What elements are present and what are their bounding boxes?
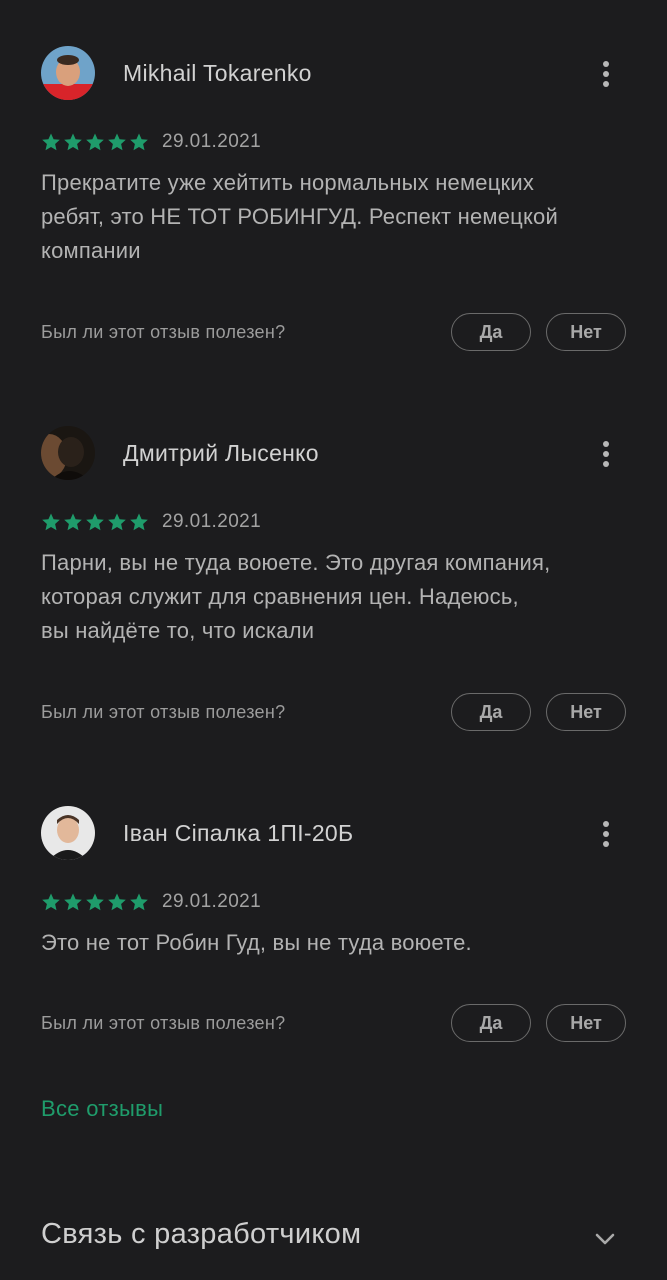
rating-row: 29.01.2021	[41, 130, 261, 154]
review-card: Дмитрий Лысенко 29.01.2021 Парни, вы не …	[0, 426, 667, 756]
review-date: 29.01.2021	[162, 131, 262, 152]
helpful-question: Был ли этот отзыв полезен?	[41, 321, 286, 342]
star-icon	[42, 513, 60, 531]
star-rating	[41, 892, 149, 912]
helpful-row: Был ли этот отзыв полезен? Да Нет	[41, 692, 626, 732]
helpful-no-button[interactable]: Нет	[546, 1004, 626, 1042]
review-date: 29.01.2021	[162, 511, 262, 532]
star-icon	[42, 133, 60, 151]
helpful-question: Был ли этот отзыв полезен?	[41, 701, 286, 722]
star-rating	[41, 512, 149, 532]
star-icon	[130, 513, 148, 531]
avatar[interactable]	[41, 46, 95, 100]
star-icon	[108, 893, 126, 911]
review-author: Mikhail Tokarenko	[123, 60, 312, 86]
star-icon	[108, 133, 126, 151]
review-author: Іван Сіпалка 1ПІ-20Б	[123, 820, 354, 846]
star-rating	[41, 132, 149, 152]
star-icon	[86, 133, 104, 151]
helpful-no-button[interactable]: Нет	[546, 313, 626, 351]
star-icon	[130, 133, 148, 151]
review-text: Это не тот Робин Гуд, вы не туда воюете.	[41, 930, 472, 955]
star-icon	[64, 513, 82, 531]
review-author: Дмитрий Лысенко	[123, 440, 319, 466]
star-icon	[42, 893, 60, 911]
review-card: Іван Сіпалка 1ПІ-20Б 29.01.2021 Это не т…	[0, 806, 667, 1136]
avatar[interactable]	[41, 426, 95, 480]
more-vert-icon[interactable]	[590, 436, 622, 472]
star-icon	[86, 513, 104, 531]
helpful-yes-button[interactable]: Да	[451, 313, 531, 351]
helpful-question: Был ли этот отзыв полезен?	[41, 1012, 286, 1033]
star-icon	[64, 893, 82, 911]
rating-row: 29.01.2021	[41, 890, 261, 914]
helpful-yes-button[interactable]: Да	[451, 1004, 531, 1042]
star-icon	[86, 893, 104, 911]
helpful-row: Был ли этот отзыв полезен? Да Нет	[41, 312, 626, 352]
all-reviews-link[interactable]: Все отзывы	[41, 1096, 163, 1122]
avatar[interactable]	[41, 806, 95, 860]
contact-developer-title[interactable]: Связь с разработчиком	[41, 1218, 361, 1251]
star-icon	[108, 513, 126, 531]
star-icon	[130, 893, 148, 911]
helpful-no-button[interactable]: Нет	[546, 693, 626, 731]
helpful-row: Был ли этот отзыв полезен? Да Нет	[41, 1003, 626, 1043]
helpful-yes-button[interactable]: Да	[451, 693, 531, 731]
star-icon	[64, 133, 82, 151]
more-vert-icon[interactable]	[590, 56, 622, 92]
chevron-down-icon[interactable]	[592, 1226, 618, 1252]
review-date: 29.01.2021	[162, 891, 262, 912]
rating-row: 29.01.2021	[41, 510, 261, 534]
review-text: Парни, вы не туда воюете. Это другая ком…	[41, 550, 551, 643]
review-card: Mikhail Tokarenko 29.01.2021 Прекратите …	[0, 46, 667, 376]
more-vert-icon[interactable]	[590, 816, 622, 852]
review-text: Прекратите уже хейтить нормальных немецк…	[41, 170, 558, 263]
